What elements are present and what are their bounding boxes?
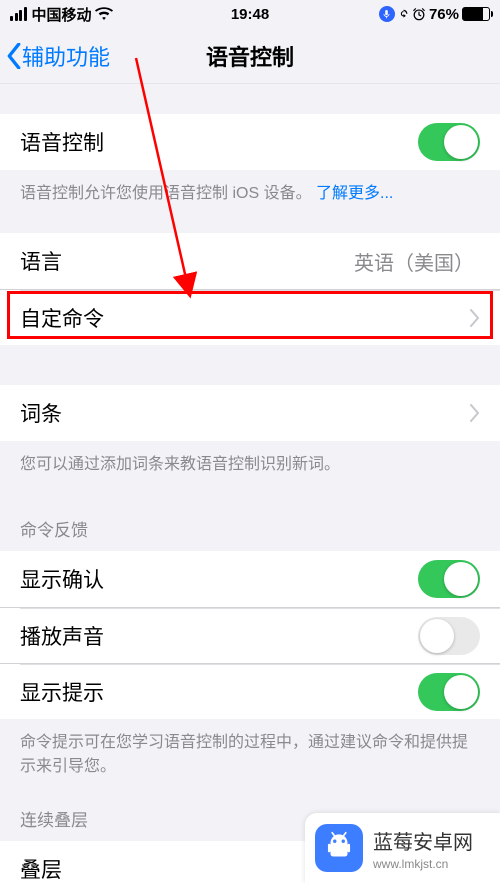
row-label: 显示确认 <box>20 564 418 594</box>
chevron-right-icon <box>470 309 480 327</box>
feedback-footer: 命令提示可在您学习语音控制的过程中，通过建议命令和提供提示来引导您。 <box>0 719 500 791</box>
row-voice-control[interactable]: 语音控制 <box>0 114 500 170</box>
watermark-text: 蓝莓安卓网 www.lmkjst.cn <box>373 826 473 871</box>
row-play-sound[interactable]: 播放声音 <box>0 607 500 663</box>
voice-control-footer: 语音控制允许您使用语音控制 iOS 设备。 了解更多... <box>0 170 500 219</box>
group-vocab: 词条 <box>0 385 500 441</box>
chevron-right-icon <box>470 404 480 422</box>
row-label: 显示提示 <box>20 677 418 707</box>
row-show-hints[interactable]: 显示提示 <box>0 663 500 719</box>
voice-control-toggle[interactable] <box>418 123 480 161</box>
row-show-confirm[interactable]: 显示确认 <box>0 551 500 607</box>
status-bar: 中国移动 19:48 76% <box>0 0 500 28</box>
row-label: 语言 <box>20 246 354 276</box>
play-sound-toggle[interactable] <box>418 617 480 655</box>
watermark-title: 蓝莓安卓网 <box>373 826 473 855</box>
watermark-card: 蓝莓安卓网 www.lmkjst.cn <box>305 813 500 883</box>
vocab-footer: 您可以通过添加词条来教语音控制识别新词。 <box>0 441 500 490</box>
row-vocab[interactable]: 词条 <box>0 385 500 441</box>
group-voice-control: 语音控制 <box>0 114 500 170</box>
row-label: 播放声音 <box>20 621 418 651</box>
watermark-logo-icon <box>315 824 363 872</box>
row-label: 自定命令 <box>20 303 470 333</box>
nav-bar: 辅助功能 语音控制 <box>0 28 500 84</box>
row-language[interactable]: 语言 英语（美国） <box>0 233 500 289</box>
group-feedback: 显示确认 播放声音 显示提示 <box>0 551 500 719</box>
show-hints-toggle[interactable] <box>418 673 480 711</box>
group-lang-commands: 语言 英语（美国） 自定命令 <box>0 233 500 345</box>
page-title: 语音控制 <box>0 40 500 72</box>
row-label: 语音控制 <box>20 127 418 157</box>
feedback-header: 命令反馈 <box>0 490 500 551</box>
battery-icon <box>462 7 490 21</box>
show-confirm-toggle[interactable] <box>418 560 480 598</box>
row-value: 英语（美国） <box>354 247 474 276</box>
learn-more-link[interactable]: 了解更多... <box>316 185 393 202</box>
row-label: 词条 <box>20 398 470 428</box>
row-custom-commands[interactable]: 自定命令 <box>0 289 500 345</box>
status-time: 19:48 <box>0 6 500 23</box>
watermark-subtitle: www.lmkjst.cn <box>373 857 473 871</box>
